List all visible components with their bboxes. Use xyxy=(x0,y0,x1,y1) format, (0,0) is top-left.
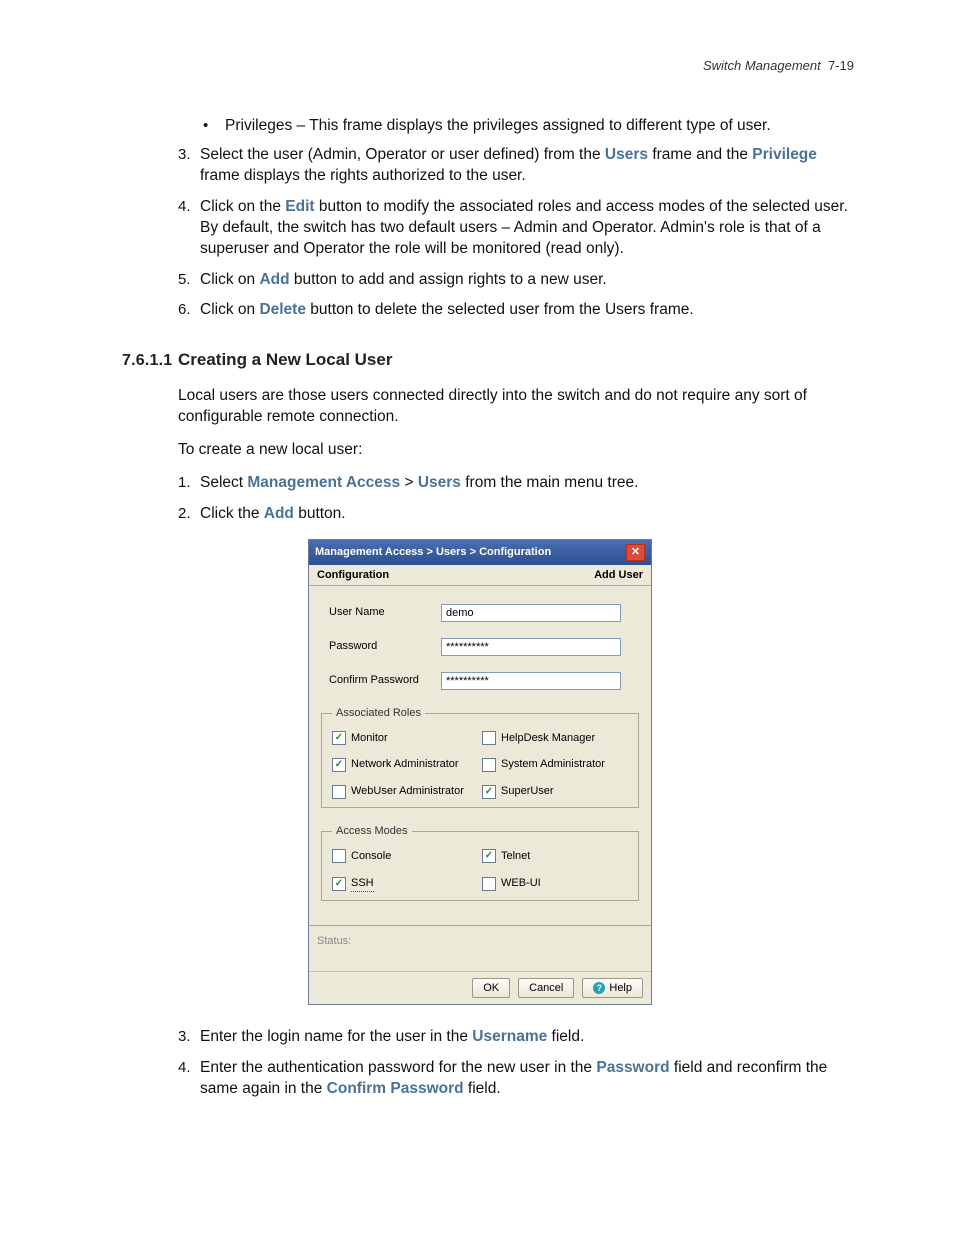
status-label: Status: xyxy=(317,935,351,947)
checkbox-label: HelpDesk Manager xyxy=(501,731,595,746)
mode-checkbox-web-ui[interactable]: WEB-UI xyxy=(482,876,628,892)
checkbox-label: SuperUser xyxy=(501,784,554,799)
section-step-2: 2. Click the Add button. xyxy=(178,504,858,525)
users-menu-link: Users xyxy=(418,474,461,491)
username-field-link: Username xyxy=(472,1028,547,1045)
dialog-title-text: Management Access > Users > Configuratio… xyxy=(315,545,551,560)
tab-add-user: Add User xyxy=(594,568,643,583)
checkbox-icon xyxy=(482,785,496,799)
checkbox-icon xyxy=(332,849,346,863)
step-3: 3. Select the user (Admin, Operator or u… xyxy=(178,145,858,187)
step-5: 5. Click on Add button to add and assign… xyxy=(178,270,858,291)
section-intro: Local users are those users connected di… xyxy=(178,386,858,428)
cancel-button[interactable]: Cancel xyxy=(518,978,574,999)
edit-link: Edit xyxy=(285,198,314,215)
dialog-titlebar: Management Access > Users > Configuratio… xyxy=(309,540,651,565)
section-step-4: 4. Enter the authentication password for… xyxy=(178,1058,858,1100)
input-password[interactable]: ********** xyxy=(441,638,621,656)
checkbox-icon xyxy=(482,758,496,772)
role-checkbox-network-administrator[interactable]: Network Administrator xyxy=(332,757,478,772)
row-username: User Name demo xyxy=(329,604,639,622)
management-access-link: Management Access xyxy=(247,474,400,491)
step-4: 4. Click on the Edit button to modify th… xyxy=(178,197,858,260)
section-step-3: 3. Enter the login name for the user in … xyxy=(178,1027,858,1048)
mode-checkbox-ssh[interactable]: SSH xyxy=(332,876,478,892)
role-checkbox-monitor[interactable]: Monitor xyxy=(332,731,478,746)
fieldset-associated-roles: Associated Roles Monitor HelpDesk Manager… xyxy=(321,706,639,808)
checkbox-label: Network Administrator xyxy=(351,757,459,772)
dialog-status: Status: xyxy=(309,925,651,971)
role-checkbox-webuser-administrator[interactable]: WebUser Administrator xyxy=(332,784,478,799)
input-username[interactable]: demo xyxy=(441,604,621,622)
section-number: 7.6.1.1 xyxy=(122,350,178,372)
legend-modes: Access Modes xyxy=(332,824,412,839)
checkbox-icon xyxy=(482,849,496,863)
checkbox-label: SSH xyxy=(351,876,374,892)
label-confirm-password: Confirm Password xyxy=(329,673,441,688)
tab-configuration[interactable]: Configuration xyxy=(317,568,389,583)
ok-button[interactable]: OK xyxy=(472,978,510,999)
role-checkbox-system-administrator[interactable]: System Administrator xyxy=(482,757,628,772)
help-button[interactable]: ?Help xyxy=(582,978,643,999)
step-6: 6. Click on Delete button to delete the … xyxy=(178,300,858,321)
checkbox-icon xyxy=(482,731,496,745)
header-page: 7-19 xyxy=(828,58,854,73)
privilege-link: Privilege xyxy=(752,146,817,163)
page-header: Switch Management 7-19 xyxy=(703,58,854,73)
section-title: Creating a New Local User xyxy=(178,349,392,372)
users-link: Users xyxy=(605,146,648,163)
legend-roles: Associated Roles xyxy=(332,706,425,721)
checkbox-icon xyxy=(332,758,346,772)
input-confirm-password[interactable]: ********** xyxy=(441,672,621,690)
checkbox-icon xyxy=(332,731,346,745)
role-checkbox-superuser[interactable]: SuperUser xyxy=(482,784,628,799)
bullet-icon: • xyxy=(203,116,225,137)
header-section: Switch Management xyxy=(703,58,821,73)
bullet-text: Privileges – This frame displays the pri… xyxy=(225,116,858,137)
checkbox-label: System Administrator xyxy=(501,757,605,772)
delete-link: Delete xyxy=(259,301,306,318)
confirm-password-field-link: Confirm Password xyxy=(327,1080,464,1097)
checkbox-label: WEB-UI xyxy=(501,876,541,891)
label-password: Password xyxy=(329,639,441,654)
row-confirm-password: Confirm Password ********** xyxy=(329,672,639,690)
section-lead: To create a new local user: xyxy=(178,440,858,461)
mode-checkbox-telnet[interactable]: Telnet xyxy=(482,849,628,864)
checkbox-icon xyxy=(482,877,496,891)
checkbox-label: WebUser Administrator xyxy=(351,784,464,799)
add-button-link: Add xyxy=(264,505,294,522)
checkbox-label: Console xyxy=(351,849,391,864)
password-field-link: Password xyxy=(596,1059,669,1076)
fieldset-access-modes: Access Modes Console Telnet SSH WEB-UI xyxy=(321,824,639,901)
section-step-1: 1. Select Management Access > Users from… xyxy=(178,473,858,494)
section-heading: 7.6.1.1 Creating a New Local User xyxy=(122,349,858,372)
checkbox-label: Monitor xyxy=(351,731,388,746)
dialog-tabs: Configuration Add User xyxy=(309,565,651,586)
add-user-dialog: Management Access > Users > Configuratio… xyxy=(308,539,652,1005)
add-link: Add xyxy=(259,271,289,288)
label-username: User Name xyxy=(329,605,441,620)
role-checkbox-helpdesk-manager[interactable]: HelpDesk Manager xyxy=(482,731,628,746)
checkbox-icon xyxy=(332,785,346,799)
row-password: Password ********** xyxy=(329,638,639,656)
checkbox-label: Telnet xyxy=(501,849,530,864)
mode-checkbox-console[interactable]: Console xyxy=(332,849,478,864)
checkbox-icon xyxy=(332,877,346,891)
close-icon[interactable]: ✕ xyxy=(626,544,645,561)
help-icon: ? xyxy=(593,982,605,994)
bullet-privileges: • Privileges – This frame displays the p… xyxy=(203,116,858,137)
